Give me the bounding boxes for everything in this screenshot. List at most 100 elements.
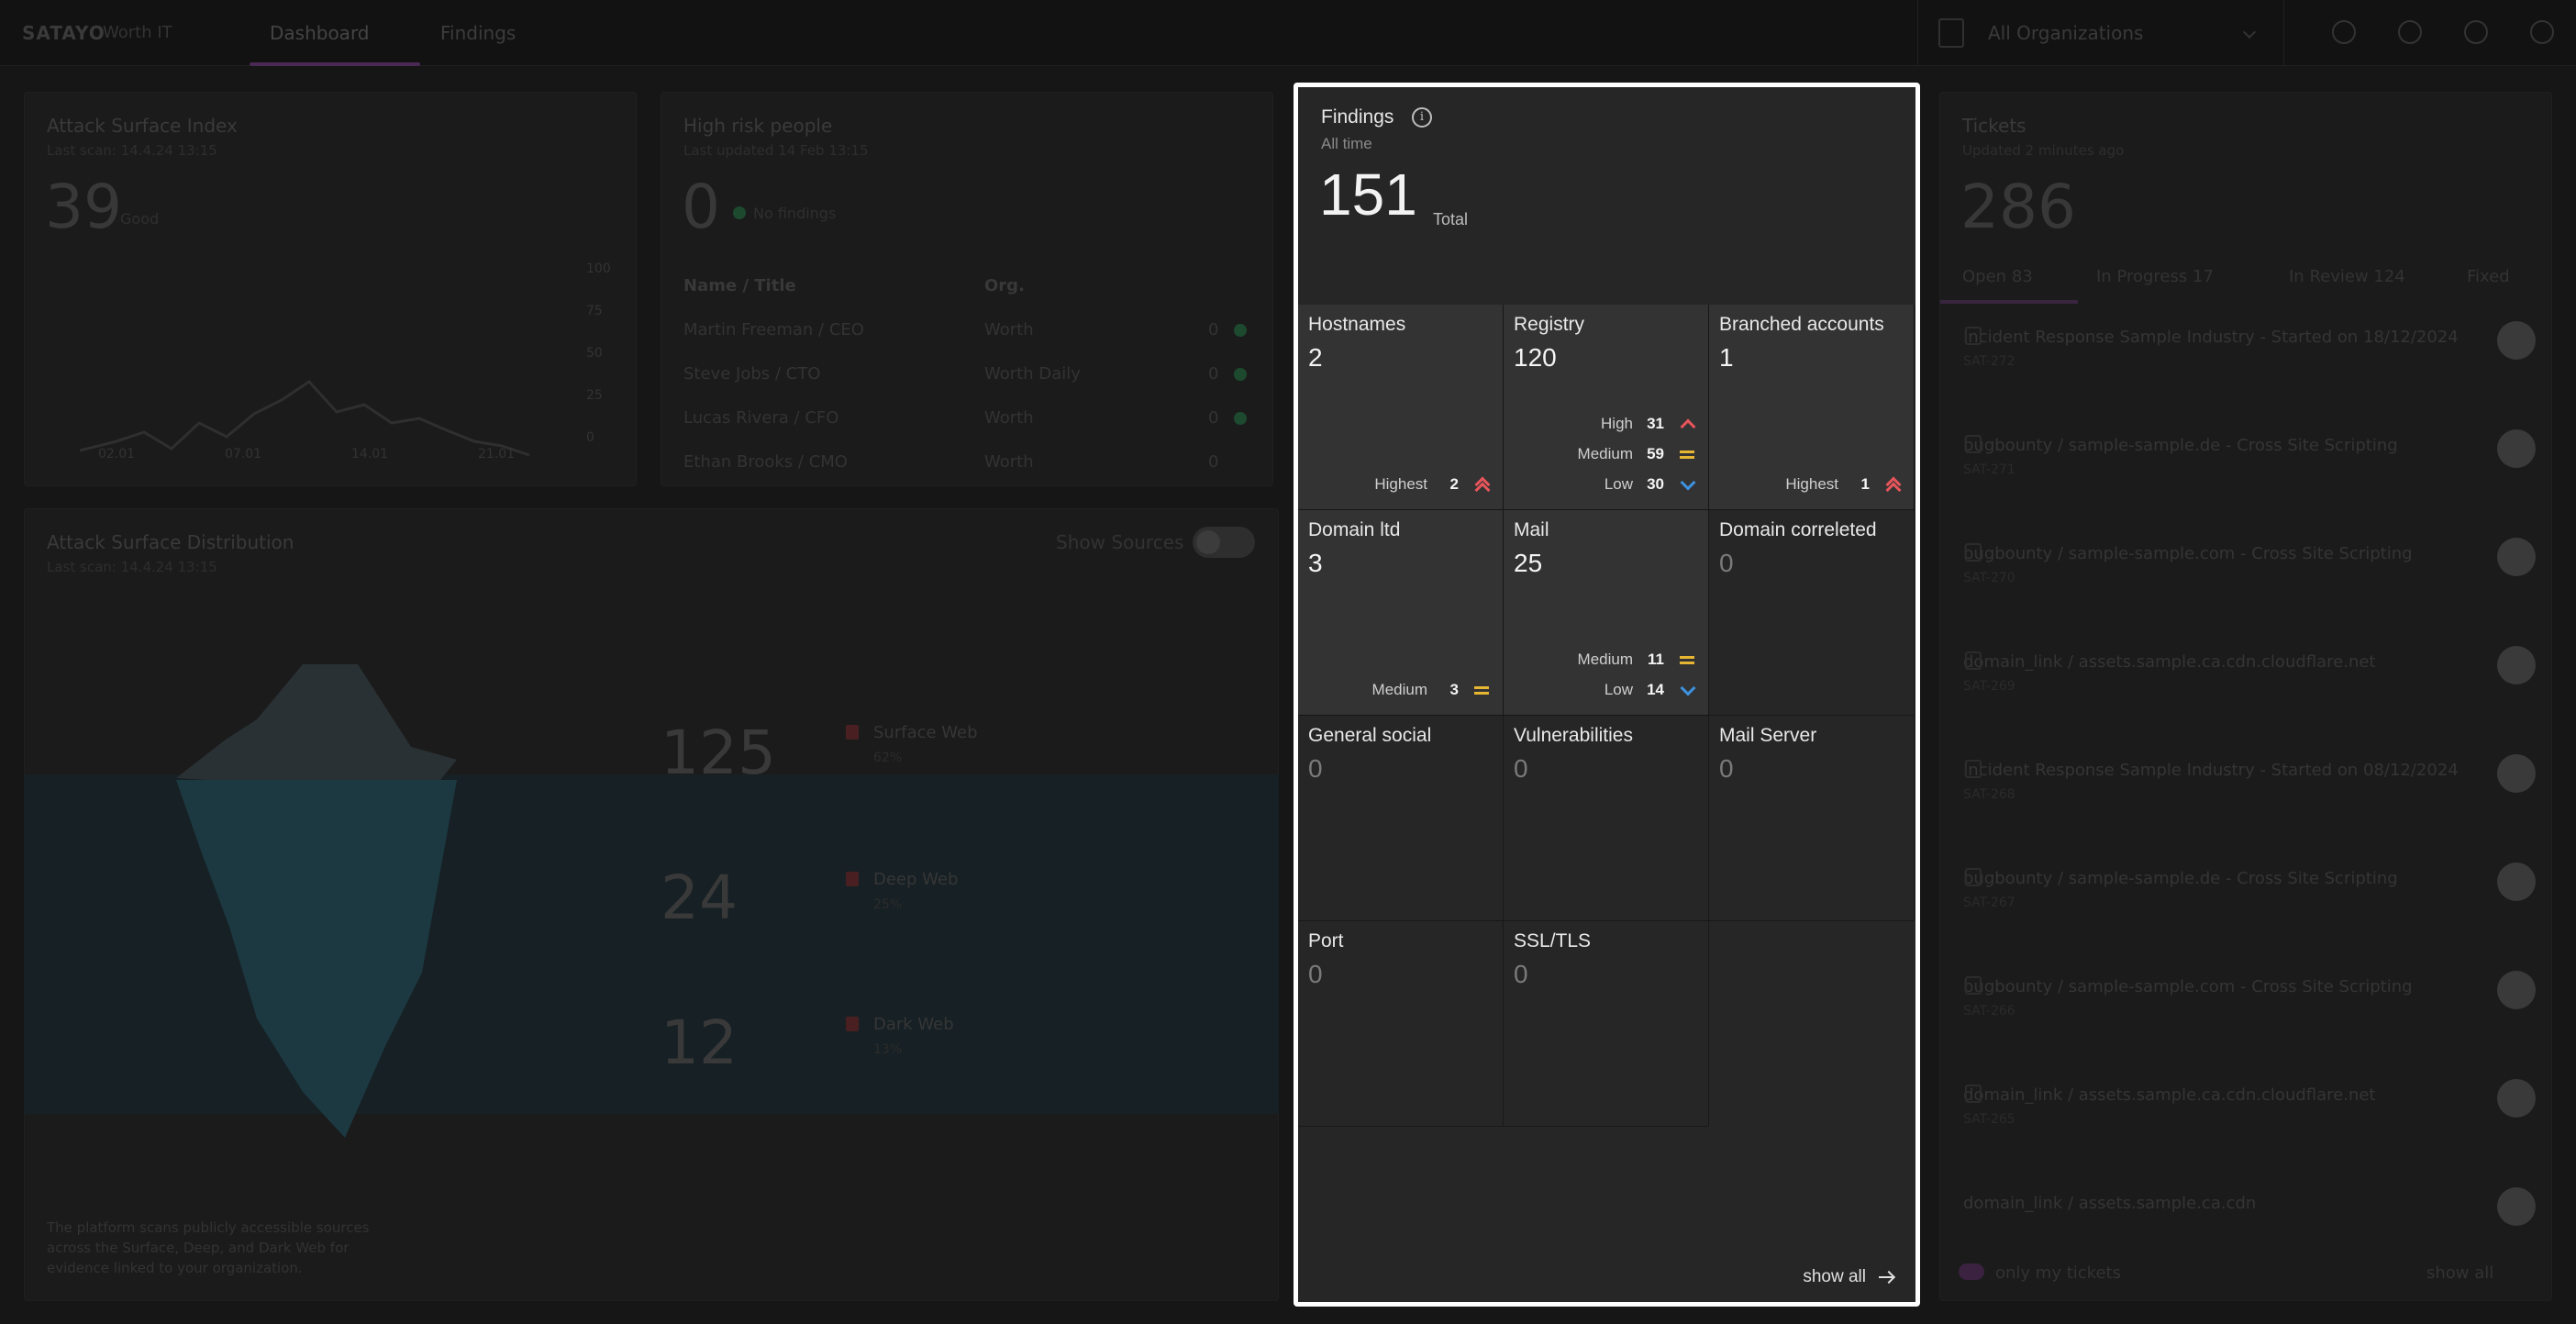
column-header: Org.	[984, 276, 1025, 295]
deep-web-label: Deep Web	[873, 870, 959, 889]
person-org: Worth	[984, 452, 1034, 472]
alert-square-icon	[846, 725, 859, 740]
gear-icon[interactable]	[2464, 20, 2488, 44]
ticket-item[interactable]: bugbounty / sample-sample.com - Cross Si…	[1963, 543, 2459, 585]
ticket-item[interactable]: bugbounty / sample-sample.com - Cross Si…	[1963, 976, 2459, 1018]
severity-row: Highest 1	[1785, 473, 1901, 495]
tab-fixed[interactable]: Fixed	[2467, 267, 2510, 286]
ticket-icon	[1965, 976, 1982, 995]
tickets-total: 286	[1960, 172, 2076, 242]
finding-cell-ssl-tls[interactable]: SSL/TLS 0	[1504, 921, 1709, 1127]
panel-title: Attack Surface Index	[47, 115, 238, 137]
search-icon[interactable]	[2332, 20, 2356, 44]
tab-open[interactable]: Open 83	[1962, 267, 2033, 286]
finding-cell-port[interactable]: Port 0	[1298, 921, 1504, 1127]
cell-name: Mail Server	[1719, 725, 1817, 746]
cell-value: 2	[1308, 343, 1323, 372]
cell-value: 120	[1514, 343, 1557, 372]
y-tick: 75	[586, 304, 603, 318]
avatar	[2497, 1187, 2536, 1226]
dark-web-pct: 13%	[873, 1042, 903, 1057]
person-name[interactable]: Steve Jobs / CTO	[683, 364, 820, 384]
finding-cell-domain-ltd[interactable]: Domain ltd 3 Medium 3	[1298, 510, 1504, 716]
ticket-icon	[1965, 543, 1982, 562]
cell-name: Domain correleted	[1719, 519, 1877, 540]
tab-in-review[interactable]: In Review 124	[2289, 267, 2405, 286]
cell-name: Branched accounts	[1719, 314, 1884, 335]
cell-value: 0	[1514, 960, 1528, 988]
active-tab-indicator	[250, 62, 420, 66]
status-dot	[1234, 412, 1247, 425]
distribution-footnote: The platform scans publicly accessible s…	[47, 1219, 370, 1276]
cell-value: 0	[1719, 754, 1734, 783]
person-count: 0	[1208, 320, 1219, 339]
dark-web-label: Dark Web	[873, 1015, 954, 1034]
show-all-link[interactable]: show all	[1803, 1267, 1895, 1287]
person-name[interactable]: Ethan Brooks / CMO	[683, 452, 848, 472]
cell-value: 0	[1308, 960, 1323, 988]
panel-subtitle: Last scan: 14.4.24 13:15	[47, 142, 217, 159]
x-tick: 21.01	[478, 447, 516, 462]
cell-name: General social	[1308, 725, 1432, 746]
index-value: 39	[45, 172, 122, 242]
finding-cell-branched-accounts[interactable]: Branched accounts 1 Highest 1	[1709, 305, 1915, 510]
severity-row: High 31	[1601, 413, 1695, 435]
person-org: Worth	[984, 320, 1034, 339]
cell-value: 1	[1719, 343, 1734, 372]
y-tick: 50	[586, 346, 603, 361]
medium-priority-icon	[1679, 446, 1695, 462]
cell-name: Hostnames	[1308, 314, 1406, 335]
show-sources-toggle[interactable]	[1193, 527, 1255, 558]
ticket-item[interactable]: domain_link / assets.sample.ca.cdn	[1963, 1193, 2459, 1215]
tab-in-progress[interactable]: In Progress 17	[2096, 267, 2214, 286]
people-count-label: No findings	[753, 205, 837, 222]
person-name[interactable]: Lucas Rivera / CFO	[683, 408, 838, 428]
tickets-show-all[interactable]: show all	[2426, 1263, 2493, 1283]
finding-cell-hostnames[interactable]: Hostnames 2 Highest 2	[1298, 305, 1504, 510]
ticket-item[interactable]: bugbounty / sample-sample.de - Cross Sit…	[1963, 435, 2459, 477]
finding-cell-vulnerabilities[interactable]: Vulnerabilities 0	[1504, 716, 1709, 921]
findings-card: Findings i All time 151 Total Hostnames …	[1294, 83, 1920, 1307]
cell-value: 0	[1308, 754, 1323, 783]
severity-row: Low 30	[1604, 473, 1695, 495]
tab-dashboard[interactable]: Dashboard	[270, 22, 370, 44]
person-name[interactable]: Martin Freeman / CEO	[683, 320, 864, 339]
finding-cell-domain-correleted[interactable]: Domain correleted 0	[1709, 510, 1915, 716]
user-icon[interactable]	[2530, 20, 2554, 44]
cell-name: Domain ltd	[1308, 519, 1401, 540]
cell-name: Port	[1308, 930, 1344, 951]
findings-total-label: Total	[1433, 210, 1469, 228]
avatar	[2497, 321, 2536, 360]
finding-cell-mail-server[interactable]: Mail Server 0	[1709, 716, 1915, 921]
avatar	[2497, 429, 2536, 468]
show-all-label: show all	[1803, 1267, 1866, 1286]
finding-cell-general-social[interactable]: General social 0	[1298, 716, 1504, 921]
panel-title: High risk people	[683, 115, 833, 137]
x-tick: 14.01	[351, 447, 389, 462]
tab-findings[interactable]: Findings	[440, 22, 516, 44]
ticket-item[interactable]: Incident Response Sample Industry - Star…	[1963, 327, 2459, 369]
finding-cell-registry[interactable]: Registry 120 High 31 Medium 59 Low 30	[1504, 305, 1709, 510]
organization-select[interactable]: All Organizations	[1917, 0, 2284, 66]
low-priority-icon	[1679, 682, 1695, 698]
ticket-icon	[1965, 760, 1982, 778]
cell-value: 0	[1514, 754, 1528, 783]
avatar	[2497, 538, 2536, 576]
brand-subtitle: Worth IT	[103, 23, 172, 42]
bell-icon[interactable]	[2398, 20, 2422, 44]
info-icon[interactable]: i	[1412, 107, 1432, 128]
only-my-tickets-toggle[interactable]	[1959, 1263, 1984, 1280]
ticket-item[interactable]: domain_link / assets.sample.ca.cdn.cloud…	[1963, 651, 2459, 694]
medium-priority-icon	[1473, 682, 1490, 698]
ticket-item[interactable]: Incident Response Sample Industry - Star…	[1963, 760, 2459, 802]
arrow-right-icon	[1879, 1271, 1895, 1284]
ticket-item[interactable]: domain_link / assets.sample.ca.cdn.cloud…	[1963, 1085, 2459, 1127]
only-my-tickets-label: only my tickets	[1995, 1263, 2121, 1283]
ticket-item[interactable]: bugbounty / sample-sample.de - Cross Sit…	[1963, 868, 2459, 910]
findings-subtitle: All time	[1321, 135, 1372, 152]
avatar	[2497, 971, 2536, 1009]
low-priority-icon	[1679, 476, 1695, 493]
iceberg-illustration	[176, 664, 457, 1138]
finding-cell-mail[interactable]: Mail 25 Medium 11 Low 14	[1504, 510, 1709, 716]
panel-subtitle: Last scan: 14.4.24 13:15	[47, 559, 217, 575]
